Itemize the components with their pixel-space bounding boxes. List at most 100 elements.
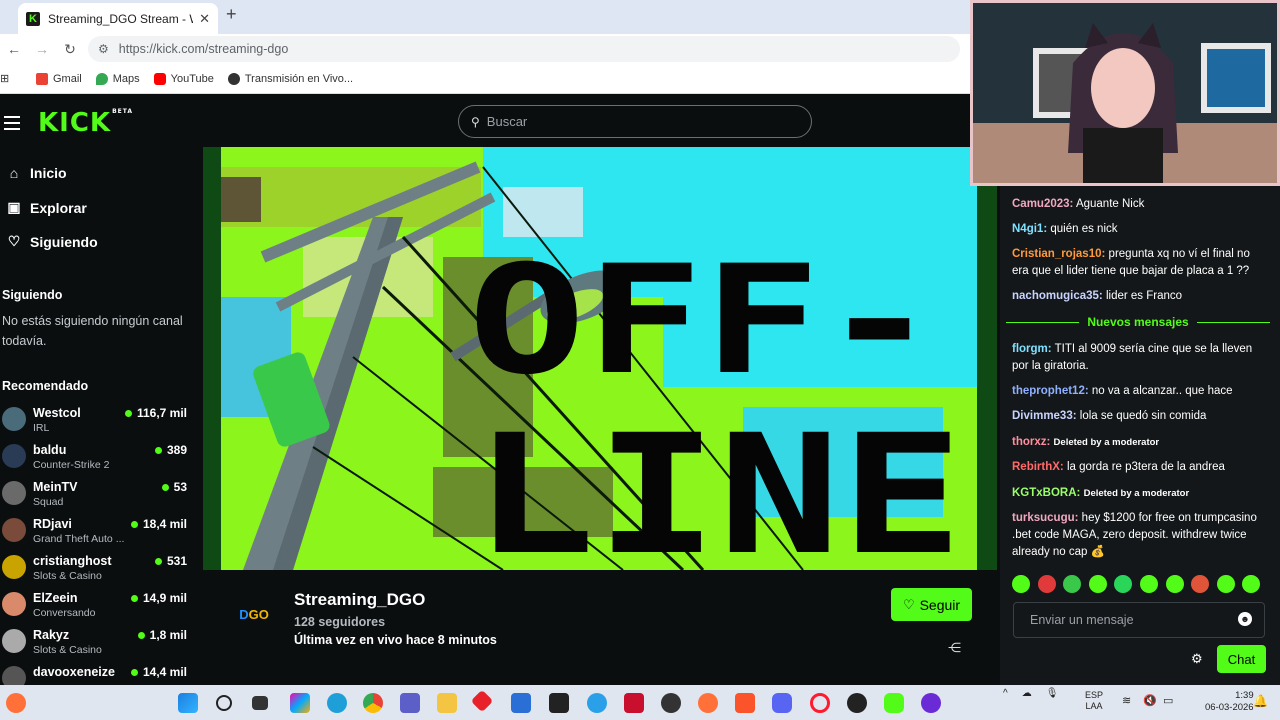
- new-tab-icon[interactable]: +: [226, 4, 237, 25]
- bookmark-youtube[interactable]: YouTube: [153, 72, 214, 85]
- firefox-icon[interactable]: [698, 693, 718, 713]
- search-icon[interactable]: [216, 695, 232, 711]
- chat-text: quién es nick: [1050, 223, 1118, 235]
- emote-icon[interactable]: [1216, 575, 1235, 593]
- chat-username[interactable]: Cristian_rojas10: [1012, 248, 1102, 260]
- emote-icon[interactable]: [1114, 575, 1133, 593]
- file-explorer-icon[interactable]: [437, 693, 457, 713]
- chat-username[interactable]: thorxz: [1012, 436, 1047, 448]
- nav-siguiendo[interactable]: ♡ Siguiendo: [4, 233, 98, 250]
- iptv-icon[interactable]: [921, 693, 941, 713]
- channel-avatar: [2, 444, 26, 468]
- brave-icon[interactable]: [735, 693, 755, 713]
- teams-icon[interactable]: [400, 693, 420, 713]
- opera-icon[interactable]: [810, 693, 830, 713]
- emote-icon[interactable]: [1139, 575, 1158, 593]
- app-blue-icon[interactable]: [587, 693, 607, 713]
- firefox-dev-icon[interactable]: [6, 693, 26, 713]
- chat-username[interactable]: KGTxBORA: [1012, 487, 1077, 499]
- recommended-channel[interactable]: ElZeein Conversando 14,9 mil: [0, 589, 195, 625]
- chat-username[interactable]: theprophet12: [1012, 385, 1085, 397]
- chat-input[interactable]: Enviar un mensaje ☻: [1013, 602, 1265, 638]
- task-view-icon[interactable]: [252, 696, 268, 710]
- recommended-channel[interactable]: Westcol IRL 116,7 mil: [0, 404, 195, 440]
- chat-username[interactable]: RebirthX: [1012, 461, 1060, 473]
- chat-username[interactable]: florgm: [1012, 343, 1048, 355]
- emote-icon[interactable]: [1063, 575, 1082, 593]
- viewer-count: 1,8 mil: [137, 628, 187, 642]
- recommended-channel[interactable]: baldu Counter-Strike 2 389: [0, 441, 195, 477]
- reload-icon[interactable]: ↻: [56, 41, 84, 58]
- notification-bell-icon[interactable]: 🔔: [1253, 694, 1268, 708]
- recommended-channel[interactable]: MeinTV Squad 53: [0, 478, 195, 514]
- chat-username[interactable]: turksucugu: [1012, 512, 1075, 524]
- clock[interactable]: 1:39 06-03-2026: [1205, 690, 1254, 714]
- channel-name: ElZeein: [33, 591, 78, 605]
- chevron-up-icon[interactable]: ^: [1003, 688, 1008, 699]
- emote-icon[interactable]: [1191, 575, 1210, 593]
- recommended-channel[interactable]: RDjavi Grand Theft Auto ... 18,4 mil: [0, 515, 195, 551]
- chat-username[interactable]: Divimme33: [1012, 410, 1073, 422]
- emote-icon[interactable]: [1088, 575, 1107, 593]
- viewer-count-value: 531: [166, 554, 187, 568]
- copilot-icon[interactable]: [290, 693, 310, 713]
- emote-icon[interactable]: [1165, 575, 1184, 593]
- emote-icon[interactable]: [1242, 575, 1261, 593]
- recommended-channel[interactable]: Rakyz Slots & Casino 1,8 mil: [0, 626, 195, 662]
- edge-icon[interactable]: [327, 693, 347, 713]
- kick-logo[interactable]: KICKBETA: [38, 108, 133, 138]
- address-bar[interactable]: ⚙ https://kick.com/streaming-dgo: [88, 36, 960, 62]
- bookmark-maps[interactable]: Maps: [95, 72, 140, 85]
- search-input[interactable]: ⚲ Buscar: [458, 105, 812, 138]
- viewer-count-value: 389: [166, 443, 187, 457]
- store-icon[interactable]: [511, 693, 531, 713]
- back-icon[interactable]: ←: [0, 41, 28, 57]
- recommended-channel[interactable]: cristianghost Slots & Casino 531: [0, 552, 195, 588]
- bookmark-transmision[interactable]: Transmisión en Vivo...: [227, 72, 353, 85]
- microphone-icon[interactable]: 🎙: [1046, 688, 1059, 699]
- emoji-icon[interactable]: ☻: [1238, 612, 1252, 626]
- chat-username[interactable]: Camu2023: [1012, 198, 1070, 210]
- volume-mute-icon[interactable]: 🔇: [1143, 694, 1157, 707]
- start-icon[interactable]: [178, 693, 198, 713]
- emote-icon[interactable]: [1037, 575, 1056, 593]
- bookmark-label: Gmail: [53, 72, 82, 85]
- menu-icon[interactable]: [4, 116, 22, 134]
- system-tray[interactable]: ^ ☁ 🎙: [1003, 688, 1072, 699]
- emote-icon[interactable]: [1012, 575, 1030, 593]
- bookmark-gmail[interactable]: Gmail: [36, 72, 82, 85]
- kick-app-icon[interactable]: [884, 693, 904, 713]
- share-icon[interactable]: ⋲: [948, 640, 961, 656]
- follow-button[interactable]: ♡ Seguir: [891, 588, 972, 621]
- compass-icon: ▣: [7, 199, 21, 215]
- speed-icon[interactable]: [661, 693, 681, 713]
- channel-name: RDjavi: [33, 517, 72, 531]
- chat-username[interactable]: nachomugica35: [1012, 290, 1099, 302]
- site-settings-icon[interactable]: ⚙: [98, 42, 109, 56]
- channel-avatar: [2, 555, 26, 579]
- nav-explorar[interactable]: ▣ Explorar: [4, 199, 86, 216]
- battery-icon[interactable]: ▭: [1163, 694, 1173, 707]
- close-tab-icon[interactable]: ✕: [199, 11, 210, 27]
- network-icon[interactable]: ☁: [1022, 688, 1032, 699]
- video-player-offline[interactable]: OFF- LINE: [203, 147, 997, 570]
- apps-grid-icon[interactable]: ⊞: [0, 72, 14, 85]
- wifi-icon[interactable]: ≋: [1122, 694, 1131, 707]
- browser-tab[interactable]: K Streaming_DGO Stream - Watch ✕: [18, 3, 218, 34]
- nav-inicio[interactable]: ⌂ Inicio: [4, 165, 67, 181]
- channel-name[interactable]: Streaming_DGO: [294, 590, 425, 610]
- channel-avatar[interactable]: D GO: [228, 588, 280, 640]
- language-indicator[interactable]: ESP LAA: [1085, 690, 1103, 712]
- chat-message: N4gi1: quién es nick: [1012, 223, 1118, 235]
- chat-settings-icon[interactable]: ⚙: [1191, 651, 1203, 667]
- app-dark-icon[interactable]: [847, 693, 867, 713]
- chat-username[interactable]: N4gi1: [1012, 223, 1043, 235]
- chat-send-button[interactable]: Chat: [1217, 645, 1266, 673]
- kick-favicon-icon: K: [26, 11, 40, 26]
- channel-avatar: [2, 592, 26, 616]
- forward-icon[interactable]: →: [28, 41, 56, 57]
- chrome-icon[interactable]: [363, 693, 383, 713]
- app-icon[interactable]: [549, 693, 569, 713]
- mcafee-icon[interactable]: [624, 693, 644, 713]
- discord-icon[interactable]: [772, 693, 792, 713]
